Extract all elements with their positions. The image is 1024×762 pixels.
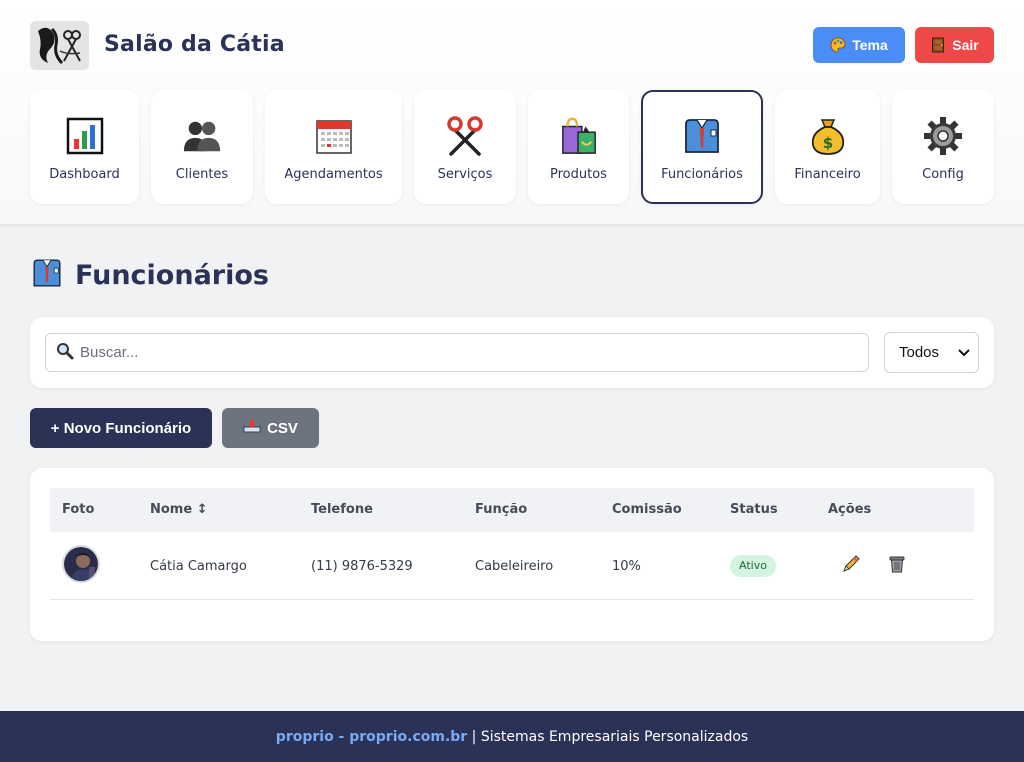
new-employee-button[interactable]: + Novo Funcionário bbox=[30, 408, 212, 448]
trash-icon bbox=[888, 554, 906, 578]
col-status: Status bbox=[730, 502, 778, 517]
nav-item-produtos[interactable]: Produtos bbox=[528, 90, 629, 204]
nav-item-agendamentos[interactable]: Agendamentos bbox=[265, 90, 402, 204]
palette-icon bbox=[830, 37, 846, 53]
gear-icon bbox=[923, 116, 963, 156]
nav-label: Serviços bbox=[437, 167, 493, 182]
cell-telefone: (11) 9876-5329 bbox=[311, 559, 413, 574]
nav-item-servicos[interactable]: Serviços bbox=[414, 90, 516, 204]
door-icon bbox=[930, 37, 946, 53]
svg-text:$: $ bbox=[822, 134, 832, 152]
status-badge: Ativo bbox=[730, 555, 776, 577]
csv-button-label: CSV bbox=[267, 419, 298, 437]
col-telefone: Telefone bbox=[311, 502, 373, 517]
footer-link[interactable]: proprio - proprio.com.br bbox=[276, 729, 467, 745]
nav-item-config[interactable]: Config bbox=[892, 90, 994, 204]
cell-funcao: Cabeleireiro bbox=[475, 559, 554, 574]
cell-comissao: 10% bbox=[612, 559, 641, 574]
nav-label: Dashboard bbox=[49, 167, 120, 182]
nav-item-dashboard[interactable]: Dashboard bbox=[30, 90, 139, 204]
csv-export-button[interactable]: CSV bbox=[222, 408, 319, 448]
app-title: Salão da Cátia bbox=[104, 32, 285, 57]
search-input[interactable] bbox=[80, 344, 850, 361]
scissors-icon bbox=[445, 116, 485, 156]
col-nome-sortable[interactable]: Nome ↕ bbox=[150, 488, 208, 532]
status-filter-value: Todos bbox=[899, 344, 940, 361]
col-acoes: Ações bbox=[828, 502, 872, 517]
search-icon bbox=[56, 342, 74, 364]
theme-button-label: Tema bbox=[852, 37, 888, 53]
nav-label: Produtos bbox=[550, 167, 607, 182]
pencil-icon bbox=[841, 554, 861, 578]
nav-item-financeiro[interactable]: $ Financeiro bbox=[775, 90, 880, 204]
avatar bbox=[62, 545, 100, 583]
bar-chart-icon bbox=[65, 116, 105, 156]
shirt-tie-icon bbox=[31, 256, 63, 294]
footer-tagline: Sistemas Empresariais Personalizados bbox=[480, 728, 749, 745]
nav-item-clientes[interactable]: Clientes bbox=[151, 90, 253, 204]
shopping-bags-icon bbox=[559, 116, 599, 156]
delete-button[interactable] bbox=[886, 555, 908, 577]
calendar-icon bbox=[314, 116, 354, 156]
nav-label: Config bbox=[922, 167, 964, 182]
money-bag-icon: $ bbox=[808, 116, 848, 156]
cell-nome: Cátia Camargo bbox=[150, 559, 247, 574]
footer-separator: | bbox=[467, 728, 481, 745]
search-box bbox=[45, 333, 869, 372]
col-funcao: Função bbox=[475, 502, 528, 517]
chevron-down-icon bbox=[958, 344, 970, 361]
exit-button-label: Sair bbox=[952, 37, 979, 53]
footer: proprio - proprio.com.br | Sistemas Empr… bbox=[0, 711, 1024, 762]
theme-button[interactable]: Tema bbox=[813, 27, 905, 63]
nav-label: Agendamentos bbox=[284, 167, 383, 182]
page-title: Funcionários bbox=[75, 259, 269, 291]
nav-label: Funcionários bbox=[661, 167, 743, 182]
top-header: Salão da Cátia Tema Sair Dashboard Clien… bbox=[0, 0, 1024, 224]
nav-label: Clientes bbox=[175, 167, 229, 182]
module-nav: Dashboard Clientes Agendamentos Serviços bbox=[0, 90, 1024, 204]
exit-button[interactable]: Sair bbox=[915, 27, 994, 63]
filter-bar: Todos bbox=[30, 317, 994, 388]
page-header: Funcionários bbox=[31, 256, 269, 294]
employees-table: Foto Nome ↕ Telefone Função Comissão Sta… bbox=[30, 468, 994, 641]
edit-button[interactable] bbox=[840, 555, 862, 577]
nav-item-funcionarios[interactable]: Funcionários bbox=[641, 90, 763, 204]
col-comissao: Comissão bbox=[612, 502, 682, 517]
col-foto: Foto bbox=[62, 502, 95, 517]
table-header: Foto Nome ↕ Telefone Função Comissão Sta… bbox=[50, 488, 974, 532]
table-row: Cátia Camargo (11) 9876-5329 Cabeleireir… bbox=[50, 532, 974, 600]
status-filter-select[interactable]: Todos bbox=[884, 332, 979, 373]
tray-icon bbox=[243, 419, 261, 437]
nav-label: Financeiro bbox=[794, 167, 861, 182]
shirt-tie-icon bbox=[682, 116, 722, 156]
salon-logo bbox=[30, 21, 89, 70]
people-icon bbox=[182, 116, 222, 156]
